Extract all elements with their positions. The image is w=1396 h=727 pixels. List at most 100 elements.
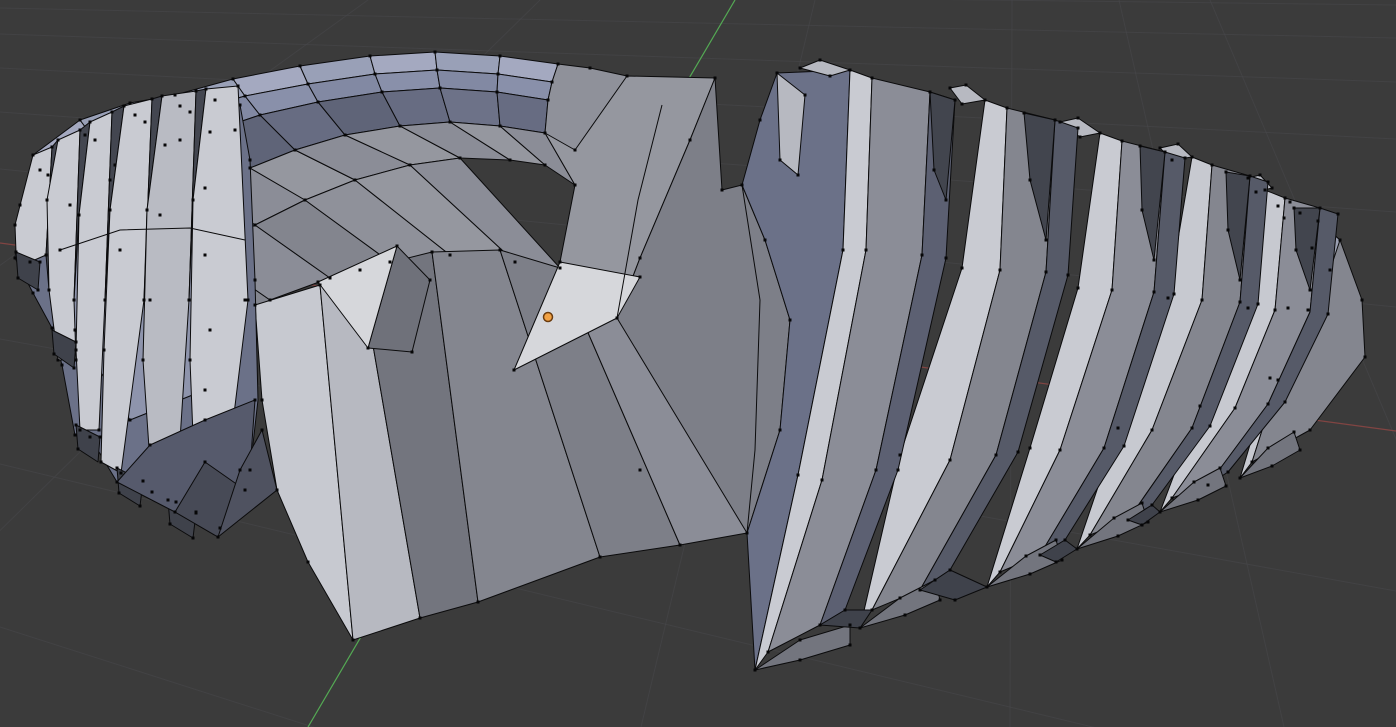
vertex-dot[interactable] bbox=[129, 102, 132, 105]
vertex-dot[interactable] bbox=[1339, 239, 1342, 242]
vertex-dot[interactable] bbox=[1293, 431, 1296, 434]
vertex-dot[interactable] bbox=[1311, 247, 1314, 250]
vertex-dot[interactable] bbox=[764, 239, 767, 242]
vertex-dot[interactable] bbox=[1299, 449, 1302, 452]
vertex-dot[interactable] bbox=[1271, 465, 1274, 468]
vertex-dot[interactable] bbox=[1225, 485, 1228, 488]
vertex-dot[interactable] bbox=[1284, 401, 1287, 404]
vertex-dot[interactable] bbox=[1277, 205, 1280, 208]
vertex-dot[interactable] bbox=[965, 84, 968, 87]
vertex-dot[interactable] bbox=[89, 436, 92, 439]
vertex-dot[interactable] bbox=[204, 187, 207, 190]
vertex-dot[interactable] bbox=[1153, 291, 1156, 294]
vertex-dot[interactable] bbox=[367, 347, 370, 350]
vertex-dot[interactable] bbox=[821, 479, 824, 482]
vertex-dot[interactable] bbox=[214, 99, 217, 102]
vertex-dot[interactable] bbox=[116, 467, 119, 470]
vertex-dot[interactable] bbox=[1077, 287, 1080, 290]
vertex-dot[interactable] bbox=[19, 204, 22, 207]
vertex-dot[interactable] bbox=[776, 72, 779, 75]
vertex-dot[interactable] bbox=[904, 614, 907, 617]
vertex-dot[interactable] bbox=[399, 125, 402, 128]
vertex-dot[interactable] bbox=[204, 419, 207, 422]
vertex-dot[interactable] bbox=[1103, 447, 1106, 450]
vertex-dot[interactable] bbox=[1079, 136, 1082, 139]
vertex-dot[interactable] bbox=[307, 83, 310, 86]
vertex-dot[interactable] bbox=[939, 599, 942, 602]
vertex-dot[interactable] bbox=[1121, 140, 1124, 143]
vertex-dot[interactable] bbox=[799, 67, 802, 70]
vertex-dot[interactable] bbox=[234, 129, 237, 132]
origin-dot[interactable] bbox=[544, 313, 553, 322]
vertex-dot[interactable] bbox=[1225, 171, 1228, 174]
vertex-dot[interactable] bbox=[77, 448, 80, 451]
vertex-dot[interactable] bbox=[14, 257, 17, 260]
vertex-dot[interactable] bbox=[899, 454, 902, 457]
vertex-dot[interactable] bbox=[37, 289, 40, 292]
vertex-dot[interactable] bbox=[1123, 445, 1126, 448]
vertex-dot[interactable] bbox=[1255, 191, 1258, 194]
vertex-dot[interactable] bbox=[1077, 127, 1080, 130]
vertex-dot[interactable] bbox=[151, 491, 154, 494]
vertex-dot[interactable] bbox=[984, 99, 987, 102]
vertex-dot[interactable] bbox=[51, 327, 54, 330]
vertex-dot[interactable] bbox=[244, 95, 247, 98]
vertex-dot[interactable] bbox=[381, 91, 384, 94]
vertex-dot[interactable] bbox=[47, 174, 50, 177]
vertex-dot[interactable] bbox=[626, 75, 629, 78]
vertex-dot[interactable] bbox=[164, 144, 167, 147]
vertex-dot[interactable] bbox=[544, 164, 547, 167]
vertex-dot[interactable] bbox=[1209, 425, 1212, 428]
vertex-dot[interactable] bbox=[431, 251, 434, 254]
vertex-dot[interactable] bbox=[559, 267, 562, 270]
vertex-dot[interactable] bbox=[1274, 309, 1277, 312]
vertex-dot[interactable] bbox=[53, 353, 56, 356]
vertex-dot[interactable] bbox=[1029, 573, 1032, 576]
vertex-dot[interactable] bbox=[89, 121, 92, 124]
vertex-dot[interactable] bbox=[1153, 259, 1156, 262]
vertex-dot[interactable] bbox=[551, 81, 554, 84]
vertex-dot[interactable] bbox=[513, 369, 516, 372]
vertex-dot[interactable] bbox=[496, 91, 499, 94]
vertex-dot[interactable] bbox=[1327, 313, 1330, 316]
vertex-dot[interactable] bbox=[69, 204, 72, 207]
vertex-dot[interactable] bbox=[75, 349, 78, 352]
vertex-dot[interactable] bbox=[204, 461, 207, 464]
vertex-dot[interactable] bbox=[119, 249, 122, 252]
vertex-dot[interactable] bbox=[39, 169, 42, 172]
vertex-dot[interactable] bbox=[247, 299, 250, 302]
vertex-dot[interactable] bbox=[499, 125, 502, 128]
vertex-dot[interactable] bbox=[1045, 239, 1048, 242]
vertex-dot[interactable] bbox=[497, 73, 500, 76]
vertex-dot[interactable] bbox=[1269, 377, 1272, 380]
vertex-dot[interactable] bbox=[195, 90, 198, 93]
vertex-dot[interactable] bbox=[842, 249, 845, 252]
vertex-dot[interactable] bbox=[149, 444, 152, 447]
vertex-dot[interactable] bbox=[1227, 471, 1230, 474]
vertex-dot[interactable] bbox=[1329, 269, 1332, 272]
vertex-dot[interactable] bbox=[1191, 427, 1194, 430]
vertex-dot[interactable] bbox=[32, 154, 35, 157]
vertex-dot[interactable] bbox=[1267, 403, 1270, 406]
vertex-dot[interactable] bbox=[1239, 477, 1242, 480]
vertex-dot[interactable] bbox=[919, 589, 922, 592]
vertex-dot[interactable] bbox=[1307, 309, 1310, 312]
vertex-dot[interactable] bbox=[1006, 107, 1009, 110]
vertex-dot[interactable] bbox=[1151, 429, 1154, 432]
vertex-dot[interactable] bbox=[396, 245, 399, 248]
vertex-dot[interactable] bbox=[1164, 151, 1167, 154]
vertex-dot[interactable] bbox=[499, 55, 502, 58]
vertex-dot[interactable] bbox=[599, 556, 602, 559]
vertex-dot[interactable] bbox=[849, 644, 852, 647]
vertex-dot[interactable] bbox=[359, 269, 362, 272]
vertex-dot[interactable] bbox=[369, 55, 372, 58]
vertex-dot[interactable] bbox=[639, 469, 642, 472]
vertex-dot[interactable] bbox=[329, 277, 332, 280]
vertex-dot[interactable] bbox=[1257, 303, 1260, 306]
vertex-dot[interactable] bbox=[139, 505, 142, 508]
vertex-dot[interactable] bbox=[459, 157, 462, 160]
viewport-canvas[interactable] bbox=[0, 0, 1396, 727]
vertex-dot[interactable] bbox=[829, 75, 832, 78]
vertex-dot[interactable] bbox=[254, 399, 257, 402]
vertex-dot[interactable] bbox=[1167, 297, 1170, 300]
